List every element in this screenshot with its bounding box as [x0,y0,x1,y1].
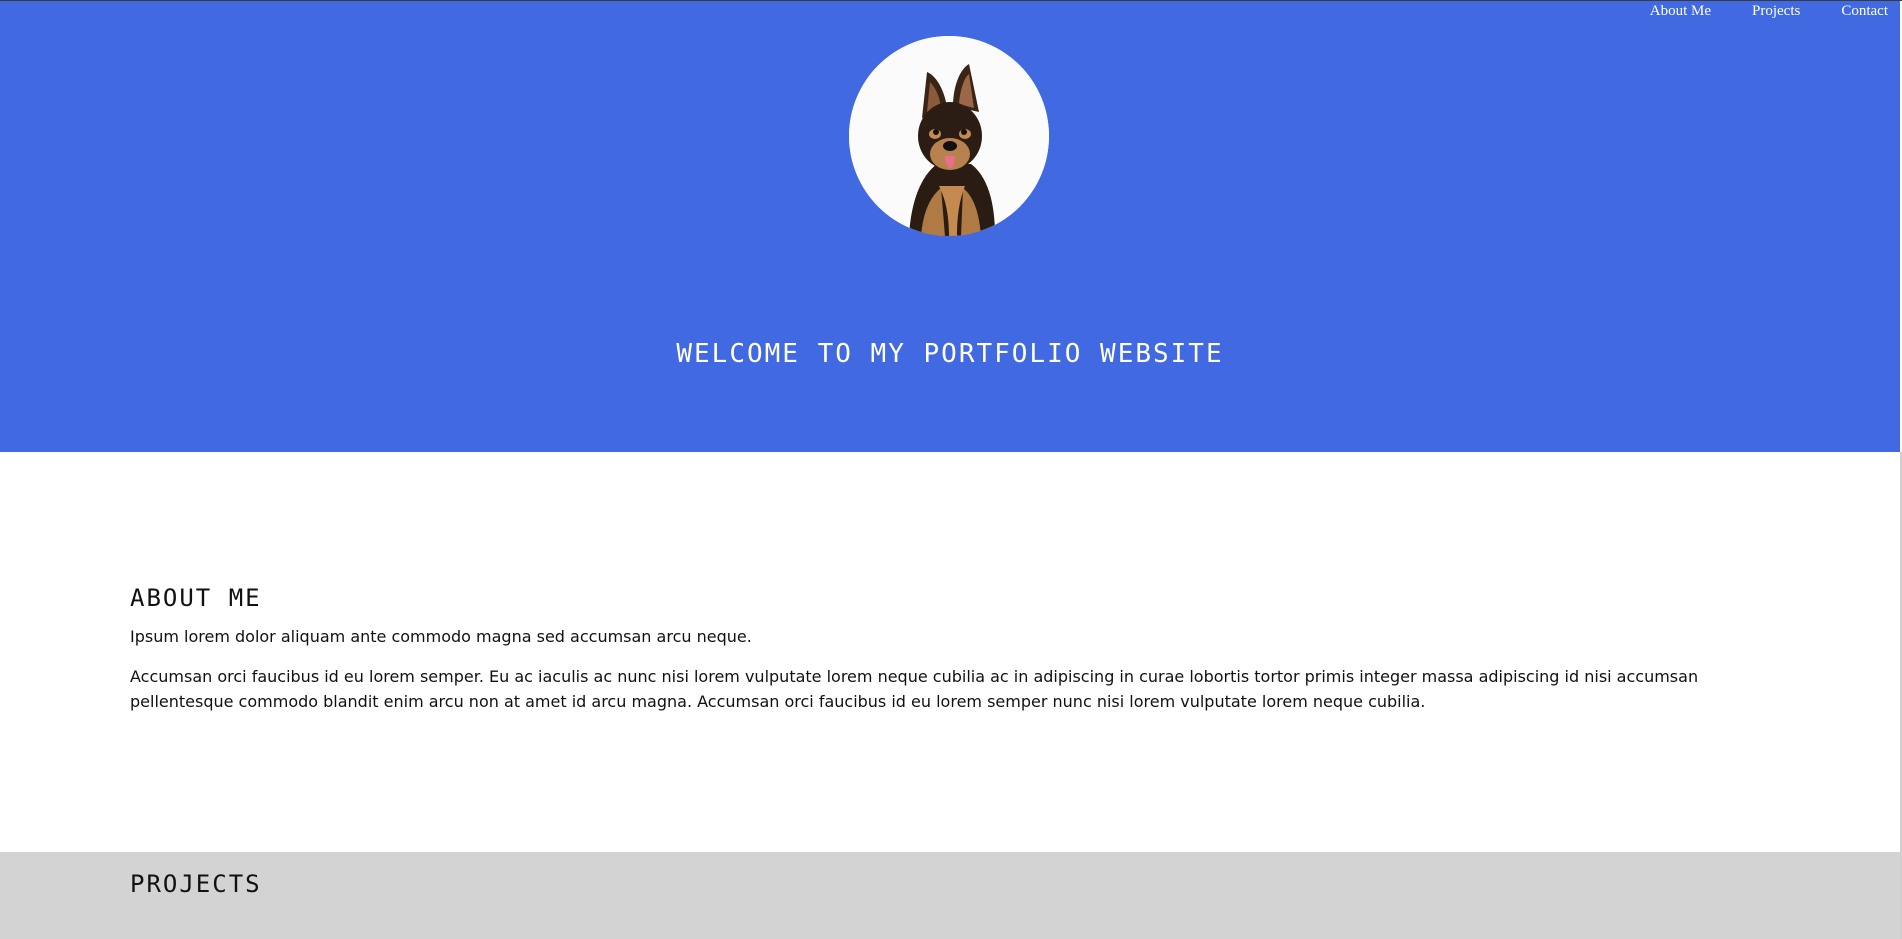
nav-link-about-me[interactable]: About Me [1609,2,1711,20]
projects-heading: PROJECTS [130,870,262,898]
projects-section: PROJECTS [0,852,1900,939]
hero-section: About Me Projects Contact WELCOME TO MY … [0,0,1900,452]
about-intro-paragraph: Ipsum lorem dolor aliquam ante commodo m… [130,627,752,646]
about-body-paragraph: Accumsan orci faucibus id eu lorem sempe… [130,667,1699,711]
top-nav: About Me Projects Contact [1609,2,1888,20]
nav-link-contact[interactable]: Contact [1800,2,1888,20]
page: About Me Projects Contact WELCOME TO MY … [0,0,1902,939]
about-section: ABOUT ME Ipsum lorem dolor aliquam ante … [130,582,1730,729]
about-heading: ABOUT ME [130,584,262,612]
profile-avatar [849,36,1049,236]
dog-photo-icon [849,36,1049,236]
nav-link-projects[interactable]: Projects [1711,2,1800,20]
hero-title: WELCOME TO MY PORTFOLIO WEBSITE [676,339,1224,369]
top-border [0,0,1902,1]
